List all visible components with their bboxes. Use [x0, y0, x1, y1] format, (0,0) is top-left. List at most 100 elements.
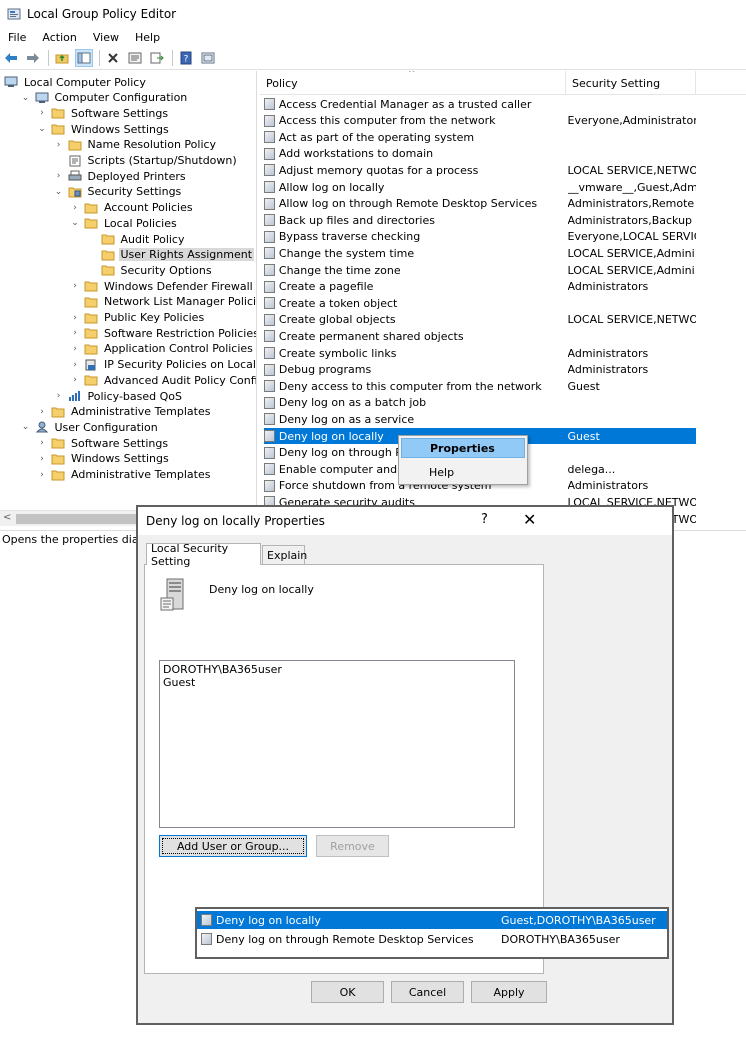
dialog-close-button[interactable]: ✕: [523, 510, 536, 529]
menu-view[interactable]: View: [85, 31, 127, 44]
policy-result-row[interactable]: Deny log on through Remote Desktop Servi…: [197, 930, 667, 948]
policy-row[interactable]: Allow log on locally __vmware__,Guest,Adm…: [264, 179, 696, 195]
context-menu-properties[interactable]: Properties: [401, 438, 525, 458]
tab-local-security-setting[interactable]: Local Security Setting: [146, 542, 261, 568]
expand-chevron-icon[interactable]: ›: [37, 470, 47, 480]
tree-node[interactable]: › Application Control Policies: [70, 341, 255, 357]
menu-action[interactable]: Action: [34, 31, 84, 44]
policy-row[interactable]: Debug programs Administrators: [264, 362, 696, 378]
expand-chevron-icon[interactable]: ›: [37, 454, 47, 464]
tab-explain[interactable]: Explain: [262, 545, 307, 565]
expand-chevron-icon[interactable]: ›: [70, 344, 80, 354]
expand-chevron-icon[interactable]: ›: [54, 140, 64, 150]
expand-chevron-icon[interactable]: ›: [54, 391, 64, 401]
tree-node[interactable]: › Name Resolution Policy: [54, 137, 219, 153]
policy-row[interactable]: Deny access to this computer from the ne…: [264, 378, 696, 394]
policy-row[interactable]: Change the time zone LOCAL SERVICE,Admini…: [264, 262, 696, 278]
up-level-button[interactable]: [53, 49, 71, 67]
remove-button[interactable]: Remove: [316, 835, 389, 857]
tree-node[interactable]: ⌄ Computer Configuration: [21, 90, 190, 106]
tree-node[interactable]: › Windows Settings: [37, 451, 171, 467]
policy-icon: [264, 430, 275, 442]
tree-node[interactable]: › Administrative Templates: [37, 404, 213, 420]
policy-row[interactable]: Create a pagefile Administrators: [264, 279, 696, 295]
scroll-left-arrow-icon[interactable]: <: [3, 512, 11, 523]
policy-result-row[interactable]: Deny log on locally Guest,DOROTHY\BA365us…: [197, 911, 667, 929]
tree-node[interactable]: ⌄ User Configuration: [21, 419, 160, 435]
policy-icon: [264, 330, 275, 343]
expand-chevron-icon[interactable]: ›: [37, 407, 47, 417]
delete-button[interactable]: [104, 49, 122, 67]
back-button[interactable]: [2, 49, 20, 67]
tree-node[interactable]: ⌄ Windows Settings: [37, 121, 171, 137]
expand-chevron-icon[interactable]: ›: [70, 203, 80, 213]
expand-chevron-icon[interactable]: ›: [37, 108, 47, 118]
show-hide-tree-button[interactable]: [75, 48, 93, 67]
collapse-chevron-icon[interactable]: ⌄: [21, 422, 31, 432]
policy-row[interactable]: Access Credential Manager as a trusted c…: [264, 96, 696, 112]
policy-row[interactable]: Add workstations to domain: [264, 146, 696, 162]
collapse-chevron-icon[interactable]: ⌄: [70, 218, 80, 228]
tree-node[interactable]: › Administrative Templates: [37, 467, 213, 483]
tree-node[interactable]: Security Options: [87, 262, 214, 278]
tree-node[interactable]: Scripts (Startup/Shutdown): [54, 153, 239, 169]
policy-row[interactable]: Create a token object: [264, 295, 696, 311]
policy-row[interactable]: Deny log on as a batch job: [264, 395, 696, 411]
tree-node[interactable]: › Deployed Printers: [54, 168, 188, 184]
tree-node[interactable]: Network List Manager Policies: [70, 294, 256, 310]
tree-node[interactable]: › Software Settings: [37, 435, 170, 451]
account-item[interactable]: Guest: [163, 676, 195, 689]
expand-chevron-icon[interactable]: ›: [70, 328, 80, 338]
tree-node[interactable]: › Advanced Audit Policy Configuratio: [70, 372, 256, 388]
policy-row[interactable]: Bypass traverse checking Everyone,LOCAL S…: [264, 229, 696, 245]
tree-node[interactable]: Audit Policy: [87, 231, 187, 247]
policy-row[interactable]: Create permanent shared objects: [264, 328, 696, 344]
policy-row[interactable]: Back up files and directories Administrat…: [264, 212, 696, 228]
policy-row[interactable]: Create global objects LOCAL SERVICE,NETWO…: [264, 312, 696, 328]
menu-help[interactable]: Help: [127, 31, 168, 44]
collapse-chevron-icon[interactable]: ⌄: [37, 124, 47, 134]
policy-row[interactable]: Adjust memory quotas for a process LOCAL …: [264, 162, 696, 178]
collapse-chevron-icon[interactable]: ⌄: [54, 187, 64, 197]
policy-row[interactable]: Create symbolic links Administrators: [264, 345, 696, 361]
collapse-chevron-icon[interactable]: ⌄: [21, 93, 31, 103]
tree-node[interactable]: › Software Restriction Policies: [70, 325, 256, 341]
tree-node[interactable]: ⌄ Local Policies: [70, 215, 179, 231]
tree-node[interactable]: User Rights Assignment: [87, 247, 255, 263]
dialog-help-button[interactable]: ?: [481, 512, 488, 527]
tree-node[interactable]: Local Computer Policy: [4, 74, 148, 90]
context-menu-help[interactable]: Help: [401, 462, 525, 482]
expand-chevron-icon[interactable]: ›: [37, 438, 47, 448]
tree-node[interactable]: ⌄ Security Settings: [54, 184, 184, 200]
expand-chevron-icon[interactable]: ›: [70, 375, 80, 385]
expand-chevron-icon[interactable]: ›: [70, 281, 80, 291]
tree-node[interactable]: › Windows Defender Firewall with Adv: [70, 278, 256, 294]
expand-chevron-icon[interactable]: ›: [70, 360, 80, 370]
expand-chevron-icon[interactable]: ›: [54, 171, 64, 181]
column-header-policy[interactable]: ^ Policy: [260, 71, 566, 95]
accounts-listbox[interactable]: DOROTHY\BA365user Guest: [159, 660, 515, 828]
account-item[interactable]: DOROTHY\BA365user: [163, 663, 282, 676]
policy-row[interactable]: Access this computer from the network Eve…: [264, 113, 696, 129]
tree-node[interactable]: › Policy-based QoS: [54, 388, 185, 404]
ok-button[interactable]: OK: [311, 981, 384, 1003]
policy-row[interactable]: Act as part of the operating system: [264, 129, 696, 145]
properties-button[interactable]: [126, 49, 144, 67]
tree-node[interactable]: › Account Policies: [70, 200, 195, 216]
policy-row[interactable]: Deny log on as a service: [264, 411, 696, 427]
column-header-security-setting[interactable]: Security Setting: [566, 71, 696, 95]
console-view-button[interactable]: [199, 49, 217, 67]
help-button[interactable]: ?: [177, 49, 195, 67]
policy-row[interactable]: Change the system time LOCAL SERVICE,Admi…: [264, 245, 696, 261]
apply-button[interactable]: Apply: [471, 981, 547, 1003]
tree-node[interactable]: › Software Settings: [37, 105, 170, 121]
tree-node[interactable]: › IP Security Policies on Local Compu: [70, 357, 256, 373]
expand-chevron-icon[interactable]: ›: [70, 313, 80, 323]
add-user-or-group-button[interactable]: Add User or Group...: [159, 835, 307, 857]
export-list-button[interactable]: [148, 49, 166, 67]
forward-button[interactable]: [24, 49, 42, 67]
cancel-button[interactable]: Cancel: [391, 981, 464, 1003]
tree-node[interactable]: › Public Key Policies: [70, 310, 206, 326]
menu-file[interactable]: File: [0, 31, 34, 44]
policy-row[interactable]: Allow log on through Remote Desktop Serv…: [264, 196, 696, 212]
